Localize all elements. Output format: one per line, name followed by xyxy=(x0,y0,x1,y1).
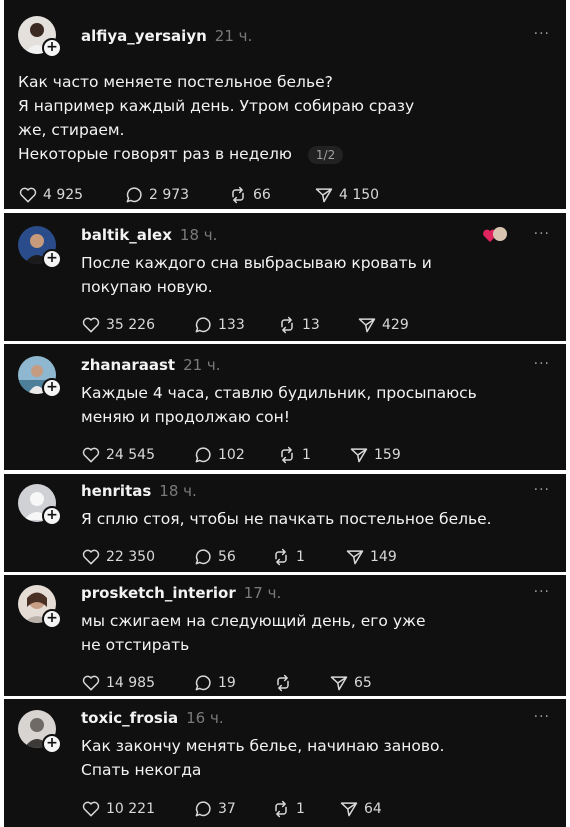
share-button[interactable]: 159 xyxy=(349,444,401,466)
post-text: После каждого сна выбрасываю кровать и п… xyxy=(81,254,432,296)
send-icon xyxy=(350,448,368,463)
repost-icon xyxy=(277,674,289,692)
send-icon xyxy=(340,802,358,817)
comment-icon xyxy=(195,675,211,691)
repost-button[interactable]: 13 xyxy=(277,314,320,336)
send-icon xyxy=(315,188,333,203)
comment-icon xyxy=(126,187,142,203)
repost-icon xyxy=(232,186,244,204)
comment-button[interactable]: 19 xyxy=(193,672,236,694)
repost-button[interactable]: 1 xyxy=(271,798,305,820)
more-options-icon[interactable]: ··· xyxy=(534,709,550,725)
more-options-icon[interactable]: ··· xyxy=(534,26,550,42)
follow-plus-icon[interactable]: + xyxy=(42,249,62,269)
comment-button[interactable]: 56 xyxy=(193,546,236,568)
share-button[interactable]: 429 xyxy=(357,314,409,336)
post-time: 21 ч. xyxy=(214,27,253,45)
repost-icon xyxy=(281,446,293,464)
post-actions: 4 925 2 973 66 4 150 xyxy=(18,184,438,206)
repost-button[interactable] xyxy=(273,672,298,694)
comment-button[interactable]: 102 xyxy=(193,444,245,466)
follow-plus-icon[interactable]: + xyxy=(42,609,62,629)
share-button[interactable]: 65 xyxy=(329,672,372,694)
post-time: 18 ч. xyxy=(179,226,218,244)
like-button[interactable]: 4 925 xyxy=(18,184,83,206)
username[interactable]: toxic_frosia 16 ч. xyxy=(81,709,224,727)
post-actions: 24 545 102 1 159 xyxy=(81,444,461,466)
heart-reaction-icon xyxy=(483,227,507,242)
share-button[interactable]: 4 150 xyxy=(314,184,379,206)
send-icon xyxy=(330,676,348,691)
thread-post: + prosketch_interior 17 ч. ··· мы сжигаем… xyxy=(4,575,566,696)
post-text: Как закончу менять белье, начинаю заново… xyxy=(81,737,445,779)
heart-icon xyxy=(82,549,100,565)
comment-button[interactable]: 2 973 xyxy=(124,184,189,206)
send-icon xyxy=(358,318,376,333)
post-actions: 22 350 56 1 149 xyxy=(81,546,461,568)
username[interactable]: henritas 18 ч. xyxy=(81,482,197,500)
thread-post: + baltik_alex 18 ч. ··· После каждого сна… xyxy=(4,213,566,341)
heart-icon xyxy=(82,675,100,691)
repost-icon xyxy=(275,800,287,818)
post-actions: 14 985 19 65 xyxy=(81,672,461,694)
post-text: Каждые 4 часа, ставлю будильник, просыпа… xyxy=(81,384,477,426)
send-icon xyxy=(346,550,364,565)
post-text: Как часто меняете постельное белье? Я на… xyxy=(18,73,415,164)
comment-icon xyxy=(195,549,211,565)
heart-icon xyxy=(82,317,100,333)
thread-post: + henritas 18 ч. ··· Я сплю стоя, чтобы н… xyxy=(4,474,566,572)
comment-button[interactable]: 37 xyxy=(193,798,236,820)
heart-icon xyxy=(19,187,37,203)
repost-button[interactable]: 66 xyxy=(228,184,271,206)
post-text: мы сжигаем на следующий день, его уже не… xyxy=(81,612,426,654)
username[interactable]: prosketch_interior 17 ч. xyxy=(81,584,281,602)
like-button[interactable]: 10 221 xyxy=(81,798,155,820)
thread-post: + alfiya_yersaiyn 21 ч. ··· Как часто мен… xyxy=(4,0,566,209)
like-button[interactable]: 14 985 xyxy=(81,672,155,694)
post-time: 18 ч. xyxy=(159,482,197,500)
more-options-icon[interactable]: ··· xyxy=(534,356,550,372)
post-time: 16 ч. xyxy=(186,709,224,727)
post-time: 21 ч. xyxy=(183,356,221,374)
comment-icon xyxy=(195,447,211,463)
more-options-icon[interactable]: ··· xyxy=(534,584,550,600)
post-actions: 10 221 37 1 64 xyxy=(81,798,461,820)
share-button[interactable]: 149 xyxy=(345,546,397,568)
username[interactable]: alfiya_yersaiyn 21 ч. xyxy=(81,27,252,45)
username[interactable]: baltik_alex 18 ч. xyxy=(81,226,217,244)
share-button[interactable]: 64 xyxy=(339,798,382,820)
post-actions: 35 226 133 13 429 xyxy=(81,314,461,336)
repost-icon xyxy=(275,548,287,566)
username[interactable]: zhanaraast 21 ч. xyxy=(81,356,221,374)
thread-post: + toxic_frosia 16 ч. ··· Как закончу меня… xyxy=(4,699,566,827)
like-button[interactable]: 24 545 xyxy=(81,444,155,466)
heart-icon xyxy=(82,801,100,817)
repost-button[interactable]: 1 xyxy=(271,546,305,568)
image-pager[interactable]: 1/2 xyxy=(307,146,344,164)
thread-post: + zhanaraast 21 ч. ··· Каждые 4 часа, ста… xyxy=(4,344,566,470)
more-options-icon[interactable]: ··· xyxy=(534,482,550,498)
comment-icon xyxy=(195,801,211,817)
comment-icon xyxy=(195,317,211,333)
repost-icon xyxy=(281,316,293,334)
more-options-icon[interactable]: ··· xyxy=(534,226,550,242)
follow-plus-icon[interactable]: + xyxy=(42,734,62,754)
follow-plus-icon[interactable]: + xyxy=(42,506,62,526)
post-time: 17 ч. xyxy=(243,584,282,602)
heart-icon xyxy=(82,447,100,463)
like-button[interactable]: 22 350 xyxy=(81,546,155,568)
repost-button[interactable]: 1 xyxy=(277,444,311,466)
post-text: Я сплю стоя, чтобы не пачкать постельное… xyxy=(81,510,492,528)
follow-plus-icon[interactable]: + xyxy=(42,38,62,58)
follow-plus-icon[interactable]: + xyxy=(42,378,62,398)
comment-button[interactable]: 133 xyxy=(193,314,245,336)
like-button[interactable]: 35 226 xyxy=(81,314,155,336)
